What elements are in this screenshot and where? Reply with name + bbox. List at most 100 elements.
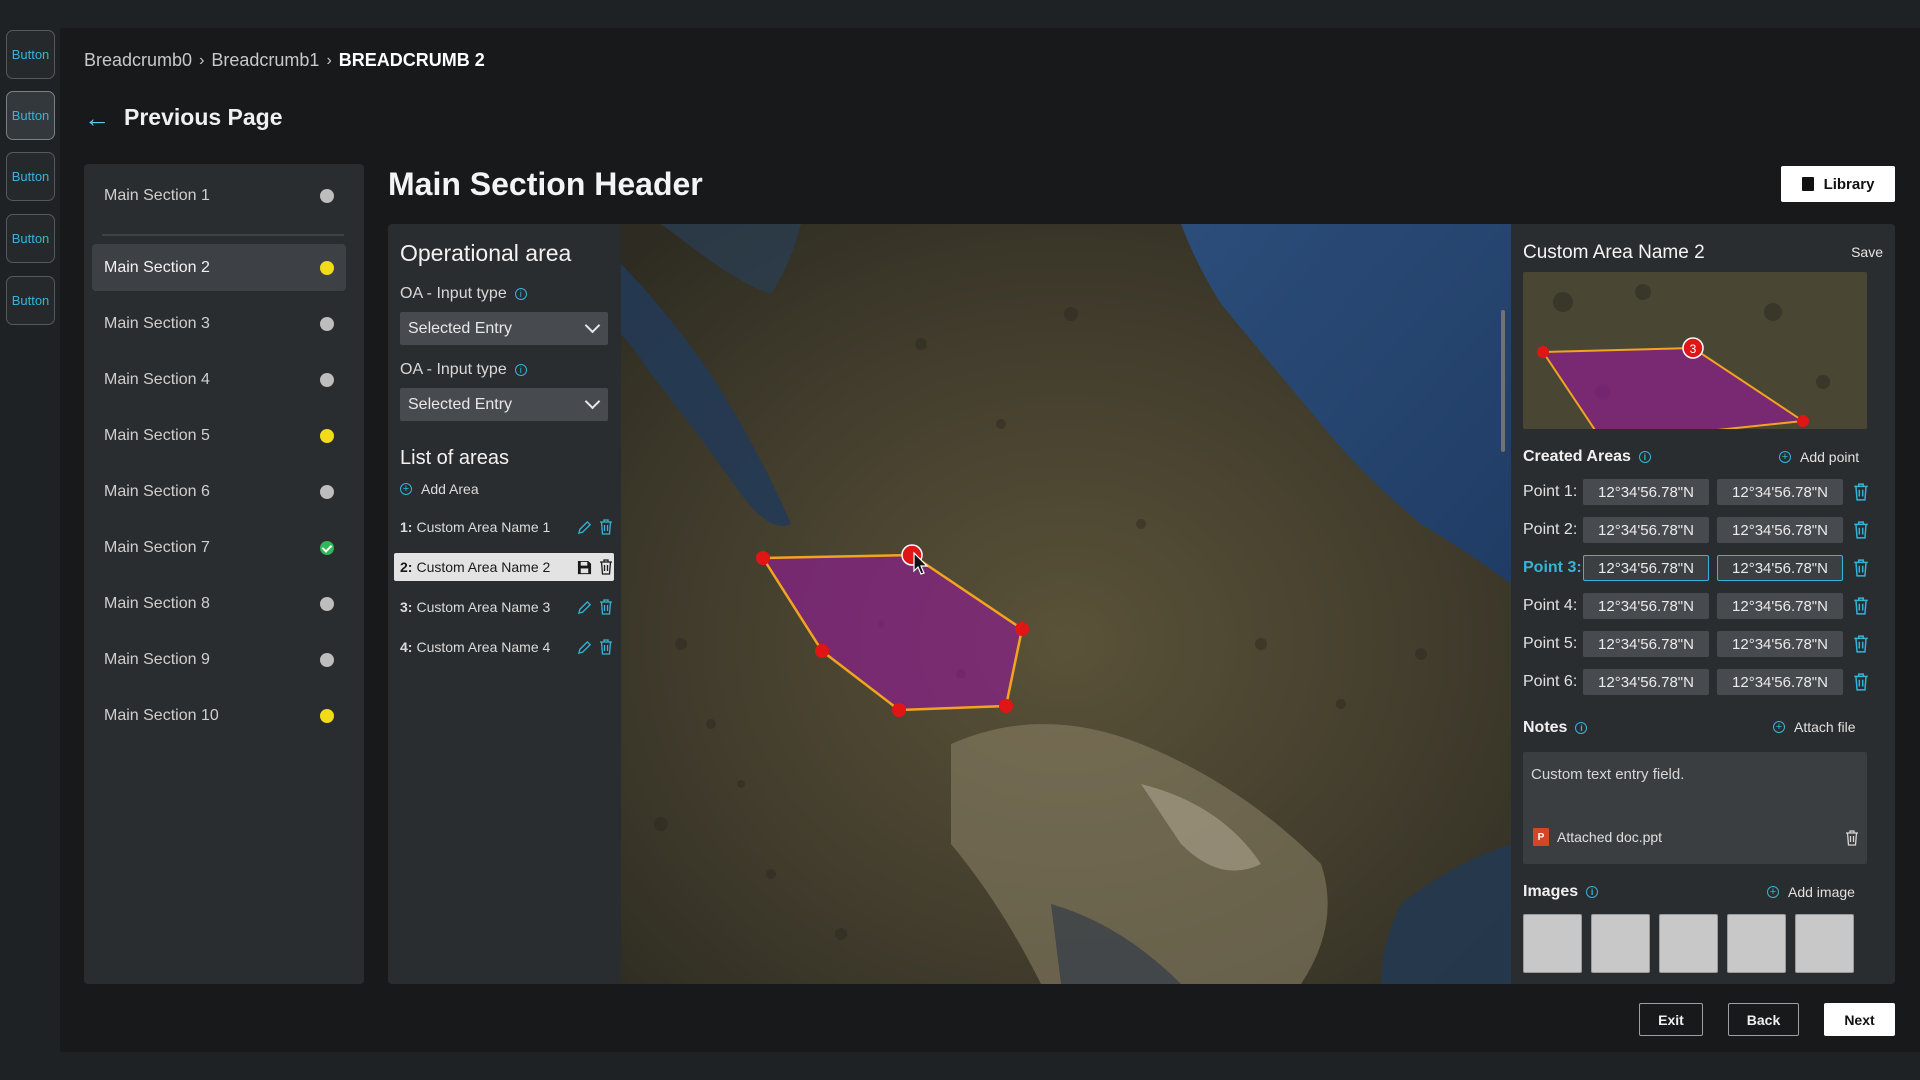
sidebar-item-5[interactable]: Main Section 5 [92, 412, 346, 459]
longitude-field[interactable]: 12°34'56.78"N [1717, 669, 1843, 695]
rail-button-5[interactable]: Button [6, 276, 55, 325]
sidebar-item-1[interactable]: Main Section 1 [92, 172, 346, 219]
area-row-2[interactable]: 2: Custom Area Name 2 [394, 553, 614, 581]
sidebar-item-label: Main Section 3 [104, 314, 210, 332]
sidebar-item-3[interactable]: Main Section 3 [92, 300, 346, 347]
latitude-field[interactable]: 12°34'56.78"N [1583, 669, 1709, 695]
vertex-handle[interactable] [999, 699, 1013, 713]
images-label: Images [1523, 883, 1579, 900]
area-number: 3: [400, 599, 413, 615]
area-polygon-layer[interactable] [621, 224, 1511, 984]
attach-file-button[interactable]: + Attach file [1773, 719, 1855, 735]
oa-input-select-1[interactable]: Selected Entry [400, 312, 608, 345]
area-row-4[interactable]: 4: Custom Area Name 4 [394, 633, 614, 661]
thumbnail-map: 3 [1523, 272, 1867, 429]
trash-icon[interactable] [1853, 559, 1869, 577]
area-number: 2: [400, 559, 413, 575]
trash-icon[interactable] [1845, 830, 1859, 846]
add-point-button[interactable]: + Add point [1779, 449, 1859, 465]
attachment-item[interactable]: P Attached doc.ppt [1533, 828, 1662, 846]
sidebar-item-9[interactable]: Main Section 9 [92, 636, 346, 683]
save-icon[interactable] [576, 559, 592, 575]
next-button[interactable]: Next [1824, 1003, 1895, 1036]
exit-button[interactable]: Exit [1639, 1003, 1703, 1036]
rail-button-4[interactable]: Button [6, 214, 55, 263]
sidebar-item-2[interactable]: Main Section 2 [92, 244, 346, 291]
sidebar-item-6[interactable]: Main Section 6 [92, 468, 346, 515]
sidebar-item-label: Main Section 4 [104, 370, 210, 388]
vertex-handle[interactable] [756, 551, 770, 565]
status-dot [320, 316, 334, 331]
scrollbar[interactable] [1501, 310, 1505, 452]
add-point-label: Add point [1800, 449, 1860, 465]
back-button[interactable]: Back [1728, 1003, 1799, 1036]
breadcrumb-item-1[interactable]: Breadcrumb1 [211, 50, 319, 71]
latitude-field[interactable]: 12°34'56.78"N [1583, 479, 1709, 505]
rail-button-1[interactable]: Button [6, 30, 55, 79]
add-area-button[interactable]: + Add Area [400, 481, 479, 497]
trash-icon[interactable] [1853, 521, 1869, 539]
status-dot [320, 428, 334, 443]
info-icon[interactable]: i [514, 288, 527, 300]
rail-button-2[interactable]: Button [6, 91, 55, 140]
longitude-field[interactable]: 12°34'56.78"N [1717, 631, 1843, 657]
area-polygon[interactable] [760, 553, 1024, 712]
latitude-field[interactable]: 12°34'56.78"N [1583, 631, 1709, 657]
latitude-field[interactable]: 12°34'56.78"N [1583, 555, 1709, 581]
longitude-field[interactable]: 12°34'56.78"N [1717, 593, 1843, 619]
breadcrumb-current: BREADCRUMB 2 [338, 50, 485, 70]
info-icon[interactable]: i [1575, 722, 1588, 734]
area-row-3[interactable]: 3: Custom Area Name 3 [394, 593, 614, 621]
longitude-field[interactable]: 12°34'56.78"N [1717, 555, 1843, 581]
pencil-icon[interactable] [576, 639, 592, 655]
point-row-6: Point 6: 12°34'56.78"N 12°34'56.78"N [1523, 668, 1873, 696]
sidebar-item-7[interactable]: Main Section 7 [92, 524, 346, 571]
image-slot-2[interactable] [1591, 914, 1650, 973]
vertex-handle[interactable] [815, 644, 829, 658]
satellite-map[interactable] [621, 224, 1511, 984]
sidebar-item-4[interactable]: Main Section 4 [92, 356, 346, 403]
add-area-label: Add Area [421, 481, 479, 497]
library-button[interactable]: Library [1781, 166, 1895, 202]
longitude-field[interactable]: 12°34'56.78"N [1717, 517, 1843, 543]
latitude-field[interactable]: 12°34'56.78"N [1583, 593, 1709, 619]
trash-icon[interactable] [1853, 483, 1869, 501]
area-row-1[interactable]: 1: Custom Area Name 1 [394, 513, 614, 541]
notes-textarea[interactable]: Custom text entry field. P Attached doc.… [1523, 752, 1867, 864]
breadcrumb-item-0[interactable]: Breadcrumb0 [84, 50, 192, 71]
image-slot-4[interactable] [1727, 914, 1786, 973]
notes-label: Notes [1523, 719, 1568, 736]
trash-icon[interactable] [598, 639, 614, 655]
info-icon[interactable]: i [1586, 886, 1599, 898]
save-button[interactable]: Save [1851, 244, 1883, 260]
created-areas-heading: Created Areas i [1523, 448, 1651, 466]
sidebar-item-8[interactable]: Main Section 8 [92, 580, 346, 627]
previous-page-link[interactable]: ← Previous Page [84, 104, 283, 131]
pencil-icon[interactable] [576, 519, 592, 535]
trash-icon[interactable] [1853, 673, 1869, 691]
trash-icon[interactable] [598, 519, 614, 535]
vertex-handle[interactable] [1015, 622, 1029, 636]
add-image-button[interactable]: + Add image [1767, 884, 1855, 900]
pencil-icon[interactable] [576, 599, 592, 615]
operational-area-panel: Operational area OA - Input type i Select… [388, 224, 621, 984]
trash-icon[interactable] [1853, 597, 1869, 615]
image-slot-5[interactable] [1795, 914, 1854, 973]
point-label: Point 2: [1523, 521, 1578, 538]
vertex-handle[interactable] [892, 703, 906, 717]
latitude-field[interactable]: 12°34'56.78"N [1583, 517, 1709, 543]
sidebar-item-10[interactable]: Main Section 10 [92, 692, 346, 739]
image-slot-1[interactable] [1523, 914, 1582, 973]
info-icon[interactable]: i [1638, 451, 1651, 463]
trash-icon[interactable] [598, 559, 614, 575]
longitude-field[interactable]: 12°34'56.78"N [1717, 479, 1843, 505]
rail-button-3[interactable]: Button [6, 152, 55, 201]
trash-icon[interactable] [1853, 635, 1869, 653]
info-icon[interactable]: i [514, 364, 527, 376]
image-slot-3[interactable] [1659, 914, 1718, 973]
sidebar-item-label: Main Section 5 [104, 426, 210, 444]
sidebar-item-label: Main Section 10 [104, 706, 219, 724]
oa-input-select-2[interactable]: Selected Entry [400, 388, 608, 421]
sidebar-item-label: Main Section 6 [104, 482, 210, 500]
trash-icon[interactable] [598, 599, 614, 615]
